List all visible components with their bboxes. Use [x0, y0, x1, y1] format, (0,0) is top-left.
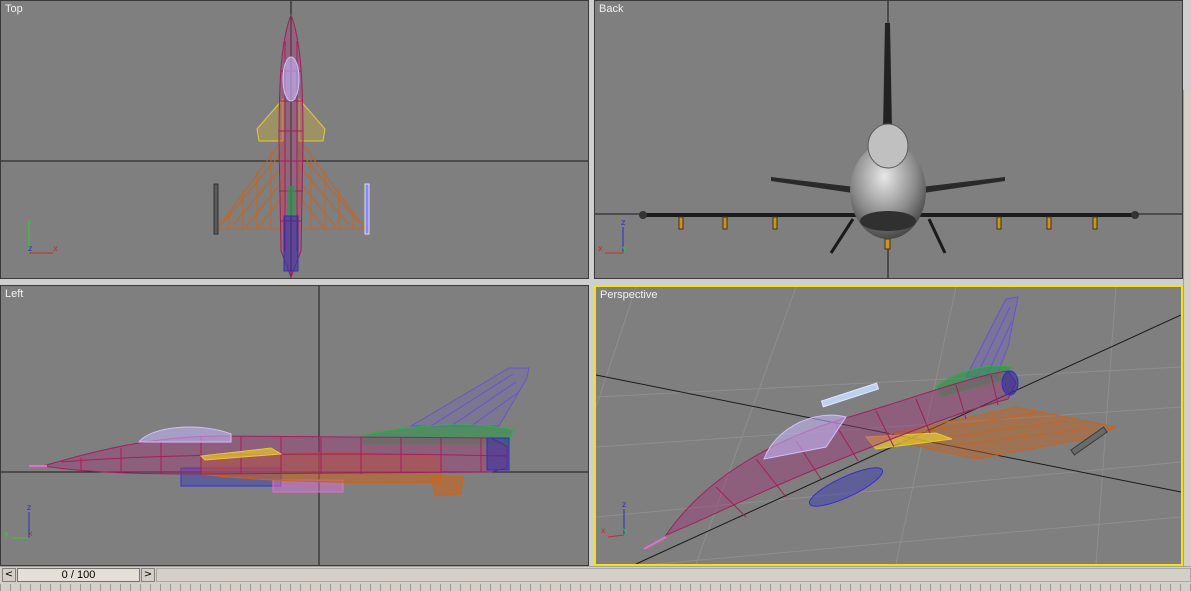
viewport-label-back[interactable]: Back — [599, 3, 623, 15]
svg-text:x: x — [598, 244, 603, 253]
back-fin — [883, 23, 892, 131]
time-slider[interactable]: 0 / 100 — [17, 568, 140, 582]
svg-text:x: x — [601, 526, 606, 535]
viewport-label-perspective[interactable]: Perspective — [600, 289, 657, 301]
persp-fin — [965, 296, 1019, 378]
svg-text:y: y — [4, 529, 9, 538]
svg-text:z: z — [27, 503, 31, 512]
viewport-label-top[interactable]: Top — [5, 3, 23, 15]
svg-text:x: x — [28, 529, 33, 538]
back-view-canvas: z x y — [595, 1, 1182, 278]
viewport-perspective[interactable]: z x y Perspective — [594, 285, 1183, 566]
left-fin — [409, 367, 530, 427]
perspective-view-canvas: z x y — [596, 287, 1181, 564]
back-axis-tripod: z x y — [598, 218, 627, 254]
frame-counter: 0 / 100 — [61, 569, 96, 581]
svg-text:z: z — [622, 500, 626, 509]
svg-text:y: y — [623, 526, 628, 535]
top-view-canvas: y z x — [1, 1, 588, 278]
top-axis-tripod: y z x — [27, 218, 58, 254]
viewport-back[interactable]: z x y Back — [594, 0, 1183, 279]
time-slider-track[interactable] — [156, 568, 1191, 582]
top-wing-right — [298, 137, 366, 230]
next-frame-button[interactable]: > — [141, 568, 155, 582]
viewport-label-left[interactable]: Left — [5, 288, 23, 300]
left-view-canvas: z y x — [1, 286, 588, 565]
persp-axis-tripod: z x y — [601, 500, 628, 538]
svg-text:x: x — [53, 244, 58, 253]
svg-text:y: y — [27, 218, 32, 227]
left-axis-tripod: z y x — [4, 503, 33, 539]
left-canopy — [137, 426, 232, 443]
svg-text:z: z — [28, 244, 32, 253]
top-wing-left — [216, 137, 284, 230]
prev-frame-button[interactable]: < — [2, 568, 16, 582]
right-scrollbar[interactable] — [1183, 90, 1191, 566]
svg-text:z: z — [621, 218, 625, 227]
left-fuselage — [42, 435, 508, 475]
svg-text:y: y — [622, 244, 627, 253]
time-slider-bar: < 0 / 100 > — [0, 566, 1191, 591]
viewport-top[interactable]: y z x Top — [0, 0, 589, 279]
viewport-left[interactable]: z y x Left — [0, 285, 589, 566]
